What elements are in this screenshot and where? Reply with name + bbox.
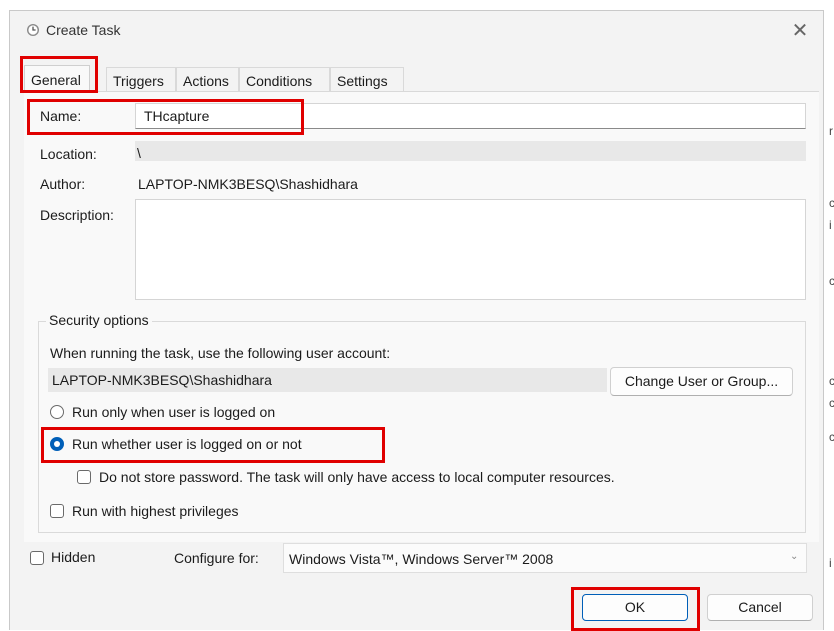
run-whether-logged-on-label: Run whether user is logged on or not xyxy=(72,436,302,452)
user-account-value: LAPTOP-NMK3BESQ\Shashidhara xyxy=(52,372,272,388)
tab-conditions[interactable]: Conditions xyxy=(239,67,330,91)
hidden-label: Hidden xyxy=(51,549,96,565)
author-label: Author: xyxy=(40,176,86,192)
window-title: Create Task xyxy=(46,22,121,38)
run-whether-logged-on-radio[interactable] xyxy=(50,437,64,451)
author-value: LAPTOP-NMK3BESQ\Shashidhara xyxy=(138,176,358,192)
background-text-fragment: i xyxy=(829,556,832,570)
highest-privileges-checkbox[interactable] xyxy=(50,504,64,518)
tab-actions[interactable]: Actions xyxy=(176,67,239,91)
background-text-fragment: c xyxy=(829,274,834,288)
security-options-legend: Security options xyxy=(46,312,152,328)
location-label: Location: xyxy=(40,146,97,162)
description-input[interactable] xyxy=(135,199,806,300)
background-window-edge xyxy=(826,0,834,630)
background-text-fragment: i xyxy=(829,218,832,232)
description-label: Description: xyxy=(40,207,114,223)
location-value: \ xyxy=(137,145,141,161)
background-text-fragment: c xyxy=(829,374,834,388)
tab-triggers[interactable]: Triggers xyxy=(106,67,176,91)
location-field xyxy=(135,141,806,161)
configure-for-value: Windows Vista™, Windows Server™ 2008 xyxy=(289,551,554,567)
title-bar: Create Task ✕ xyxy=(10,11,823,51)
hidden-checkbox[interactable] xyxy=(30,551,44,565)
chevron-down-icon: ⌄ xyxy=(790,551,799,562)
name-label: Name: xyxy=(40,108,82,124)
tab-settings[interactable]: Settings xyxy=(330,67,404,91)
do-not-store-password-checkbox[interactable] xyxy=(77,470,91,484)
cancel-button[interactable]: Cancel xyxy=(707,594,813,621)
close-icon: ✕ xyxy=(791,20,809,42)
change-user-or-group-button[interactable]: Change User or Group... xyxy=(610,367,793,396)
background-text-fragment: c xyxy=(829,430,834,444)
do-not-store-password-label: Do not store password. The task will onl… xyxy=(99,469,615,485)
clock-icon xyxy=(26,23,40,40)
account-prompt: When running the task, use the following… xyxy=(50,345,391,361)
tab-general[interactable]: General xyxy=(24,65,90,91)
close-button[interactable]: ✕ xyxy=(785,17,815,45)
run-only-logged-on-label: Run only when user is logged on xyxy=(72,404,276,420)
background-text-fragment: r xyxy=(829,124,833,138)
configure-for-label: Configure for: xyxy=(174,550,259,566)
run-only-logged-on-radio[interactable] xyxy=(50,405,64,419)
background-text-fragment: c xyxy=(829,396,834,410)
highest-privileges-label: Run with highest privileges xyxy=(72,503,239,519)
create-task-dialog: Create Task ✕ General Triggers Actions C… xyxy=(9,10,824,631)
background-text-fragment: c xyxy=(829,196,834,210)
ok-button[interactable]: OK xyxy=(582,594,688,621)
name-input[interactable] xyxy=(135,103,806,129)
